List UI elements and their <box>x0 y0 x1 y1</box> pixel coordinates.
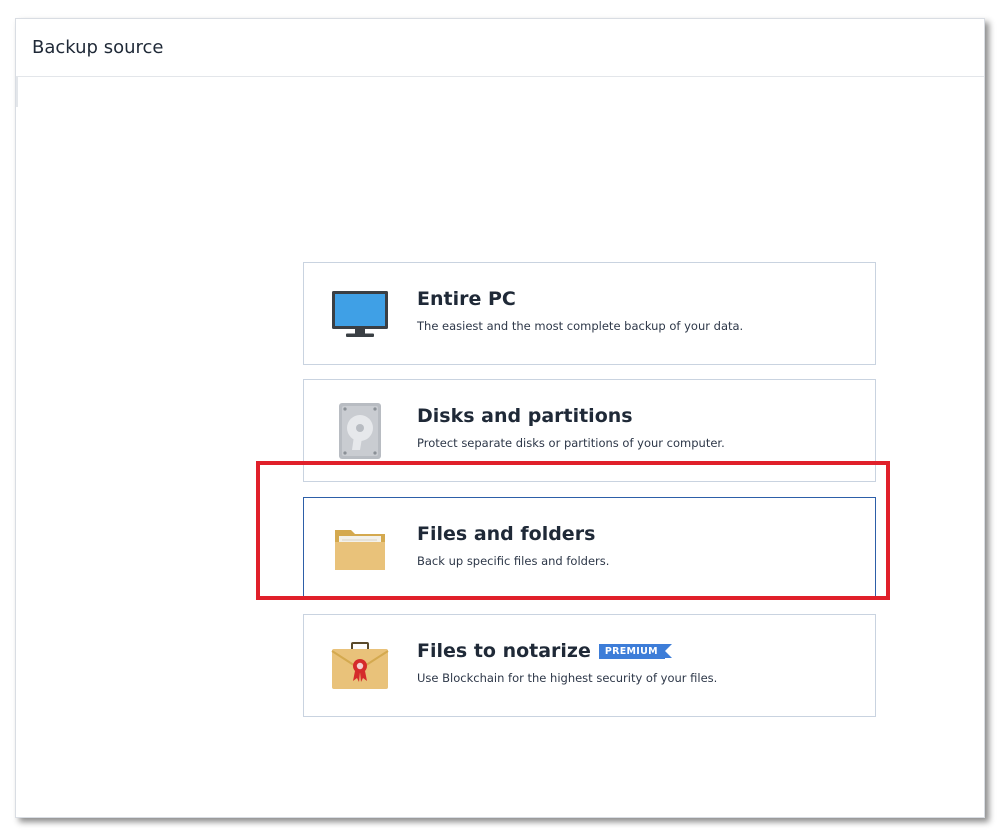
window-header: Backup source <box>16 19 984 77</box>
option-title-text: Files to notarize <box>417 640 591 662</box>
option-files-folders[interactable]: Files and folders Back up specific files… <box>303 497 876 600</box>
hard-disk-icon <box>330 403 390 459</box>
option-files-notarize[interactable]: Files to notarize PREMIUM Use Blockchain… <box>303 614 876 717</box>
option-description: Protect separate disks or partitions of … <box>417 436 725 450</box>
premium-badge-label: PREMIUM <box>598 643 665 659</box>
option-title: Disks and partitions <box>417 405 633 427</box>
option-disks-partitions[interactable]: Disks and partitions Protect separate di… <box>303 379 876 482</box>
option-entire-pc[interactable]: Entire PC The easiest and the most compl… <box>303 262 876 365</box>
folder-icon <box>330 522 390 576</box>
page-title: Backup source <box>32 37 164 58</box>
backup-source-window: Backup source Entire PC The easiest and … <box>15 18 985 818</box>
left-edge-accent <box>16 77 18 107</box>
option-title: Files and folders <box>417 523 596 545</box>
option-description: The easiest and the most complete backup… <box>417 319 744 333</box>
notarize-briefcase-icon <box>330 639 390 693</box>
option-description: Back up specific files and folders. <box>417 554 610 568</box>
option-title: Files to notarize PREMIUM <box>417 640 717 662</box>
premium-badge-tail <box>664 644 672 658</box>
option-description: Use Blockchain for the highest security … <box>417 671 718 685</box>
monitor-icon <box>330 287 390 341</box>
premium-badge: PREMIUM <box>598 643 672 659</box>
option-title: Entire PC <box>417 288 516 310</box>
